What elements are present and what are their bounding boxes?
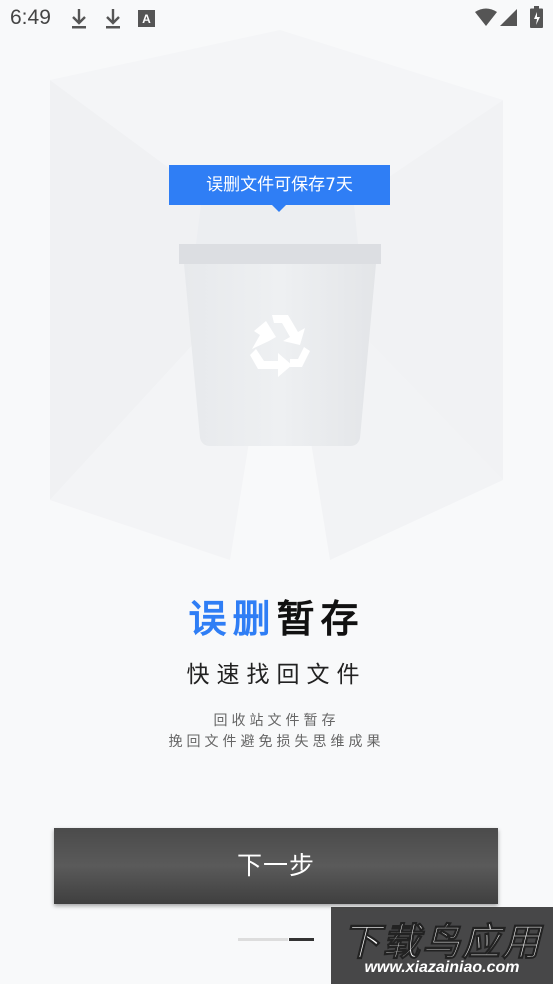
page-indicator-2-active (289, 938, 314, 941)
watermark-url: www.xiazainiao.com (364, 959, 520, 976)
retention-tooltip: 误删文件可保存7天 (169, 165, 390, 212)
description-line-1: 回收站文件暂存 (213, 713, 340, 729)
page-title: 误删暂存 (0, 588, 553, 643)
title-highlight: 误删 (188, 597, 277, 641)
watermark: 下载鸟应用 www.xiazainiao.com (331, 907, 553, 984)
page-indicator-1 (238, 938, 288, 941)
next-step-button[interactable]: 下一步 (54, 828, 498, 904)
description-line-2: 挽回文件避免损失思维成果 (168, 734, 385, 750)
watermark-title: 下载鸟应用 (341, 920, 542, 965)
title-rest: 暂存 (276, 597, 365, 641)
page-subtitle: 快速找回文件 (186, 662, 367, 688)
